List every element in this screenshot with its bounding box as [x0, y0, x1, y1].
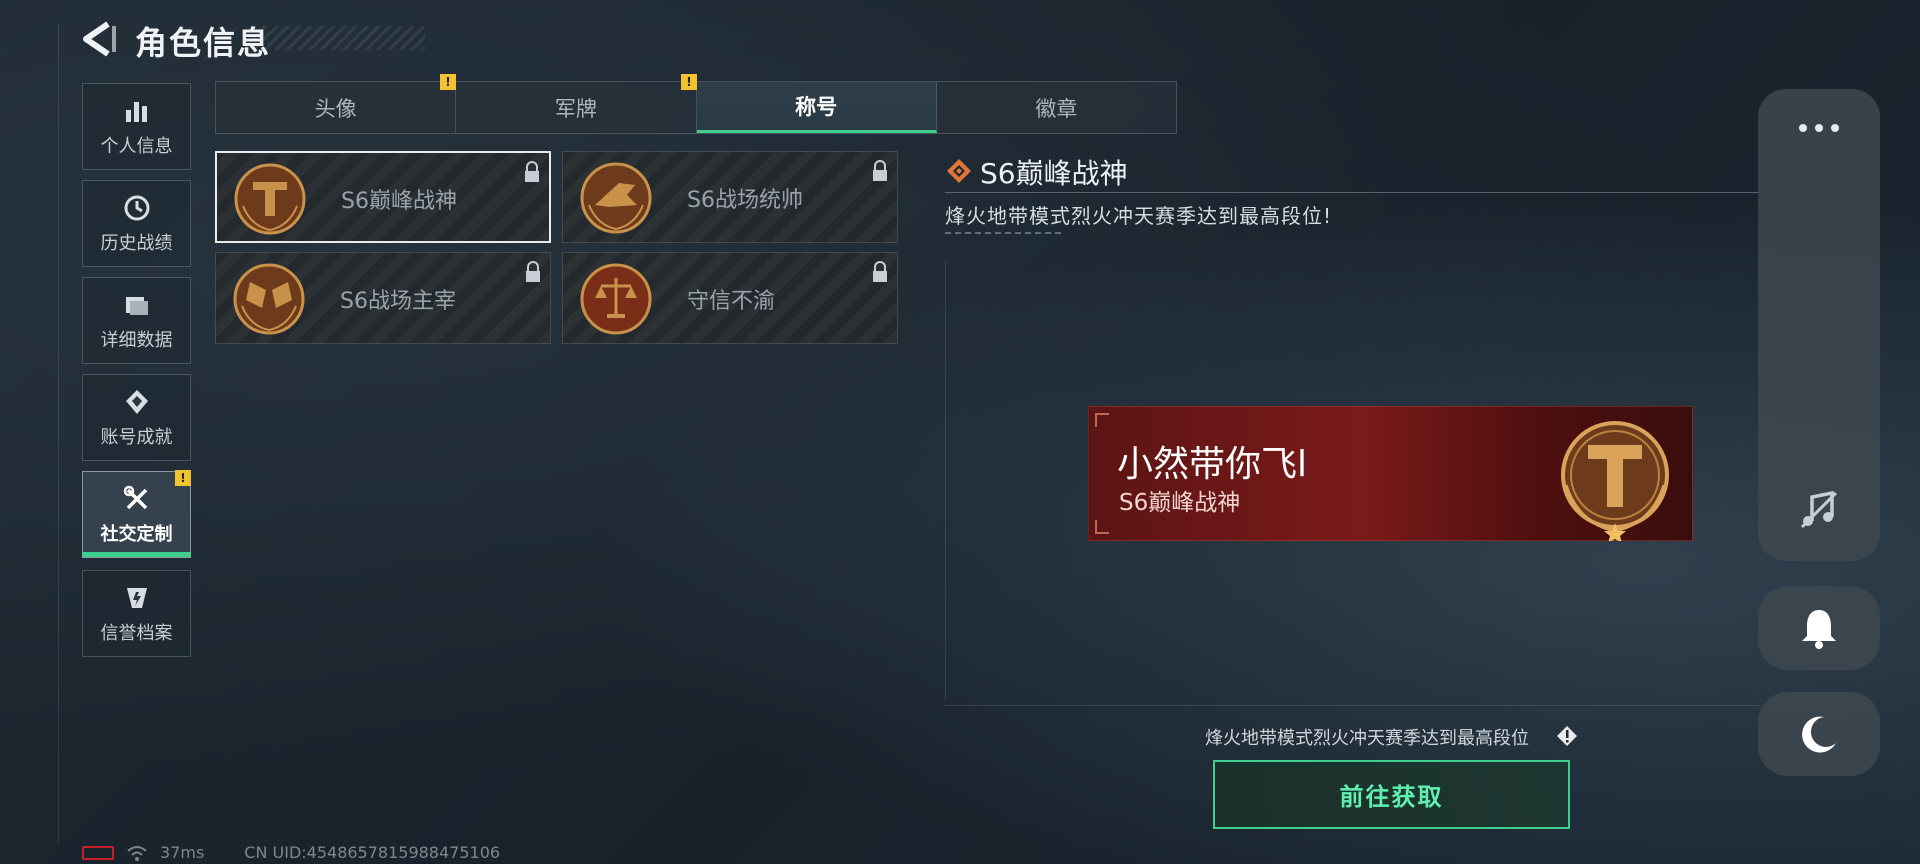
- battery-icon: [82, 845, 114, 860]
- night-mode-button[interactable]: [1758, 692, 1880, 776]
- active-indicator: [82, 552, 191, 557]
- title-card-name: 守信不渝: [687, 289, 776, 314]
- history-clock-icon: [124, 195, 149, 220]
- sidebar-item-label: 社交定制: [100, 523, 173, 545]
- sidebar-item-label: 详细数据: [100, 329, 173, 351]
- back-arrow-icon: [83, 21, 116, 57]
- more-options-button[interactable]: [1796, 119, 1842, 132]
- sidebar-item-detailed-data[interactable]: 详细数据: [82, 277, 191, 364]
- status-footer: 37ms CN UID:4548657815988475106: [82, 843, 500, 862]
- sidebar-item-label: 历史战绩: [100, 232, 173, 254]
- tab-warning-badge: !: [681, 74, 697, 90]
- medal-t-icon: [234, 163, 306, 235]
- title-decoration: [250, 26, 425, 50]
- divider: [945, 192, 1760, 193]
- more-dots-icon: [1799, 124, 1839, 132]
- title-card-name: S6巅峰战神: [341, 189, 457, 214]
- title-card-name: S6战场主宰: [340, 289, 456, 314]
- sidebar-item-personal-info[interactable]: 个人信息: [82, 83, 191, 170]
- tab-label: 称号: [795, 95, 838, 119]
- notification-button[interactable]: [1758, 586, 1880, 670]
- banner-corner: [1095, 413, 1109, 427]
- sidebar-item-label: 账号成就: [100, 426, 173, 448]
- sidebar-item-history[interactable]: 历史战绩: [82, 180, 191, 267]
- user-uid: CN UID:4548657815988475106: [244, 843, 501, 862]
- floating-toolbar: [1758, 89, 1880, 561]
- ping-value: 37ms: [160, 843, 205, 862]
- player-name: 小然带你飞l: [1117, 444, 1308, 485]
- medal-jet-icon: [580, 162, 652, 234]
- tab-warning-badge: !: [440, 74, 456, 90]
- title-card[interactable]: 守信不渝: [562, 252, 898, 344]
- wifi-icon: [127, 845, 147, 861]
- reputation-shield-icon: [126, 587, 147, 608]
- bar-chart-icon: [125, 101, 147, 122]
- sidebar-item-reputation[interactable]: 信誉档案: [82, 570, 191, 657]
- title-card[interactable]: S6战场主宰: [215, 252, 551, 344]
- back-button[interactable]: [78, 18, 120, 60]
- detail-title: S6巅峰战神: [980, 157, 1128, 190]
- tab-avatar[interactable]: 头像: [216, 82, 457, 133]
- tools-icon: [123, 485, 147, 509]
- requirement-text: 烽火地带模式烈火冲天赛季达到最高段位: [1205, 728, 1529, 749]
- tab-label: 军牌: [554, 96, 597, 121]
- sidebar-item-label: 个人信息: [100, 135, 173, 157]
- tab-title[interactable]: 称号: [696, 82, 937, 133]
- achievement-icon: [125, 389, 148, 414]
- lock-icon: [526, 261, 540, 282]
- sidebar-warning-badge: !: [175, 470, 191, 486]
- tab-badge[interactable]: 徽章: [937, 82, 1176, 133]
- title-card[interactable]: S6巅峰战神: [215, 151, 551, 243]
- lock-icon: [873, 160, 887, 181]
- medal-t-icon: [1561, 421, 1669, 541]
- banner-corner: [1095, 520, 1109, 534]
- sidebar-item-achievements[interactable]: 账号成就: [82, 374, 191, 461]
- tab-dog-tag[interactable]: 军牌: [456, 82, 697, 133]
- lock-icon: [525, 161, 539, 182]
- page-title: 角色信息: [135, 24, 272, 62]
- music-off-icon: [1800, 490, 1838, 529]
- detail-description: 烽火地带模式烈火冲天赛季达到最高段位!: [945, 204, 1333, 228]
- title-preview-banner: 小然带你飞l S6巅峰战神: [1088, 406, 1693, 541]
- rank-diamond-icon: [947, 159, 971, 183]
- sidebar-item-label: 信誉档案: [100, 622, 173, 644]
- title-card[interactable]: S6战场统帅: [562, 151, 898, 243]
- medal-flags-icon: [233, 263, 305, 335]
- info-diamond-icon[interactable]: [1556, 725, 1578, 747]
- tab-label: 头像: [314, 96, 357, 121]
- medal-scales-icon: [580, 263, 652, 335]
- mute-music-button[interactable]: [1796, 487, 1842, 533]
- go-obtain-button[interactable]: 前往获取: [1213, 760, 1570, 829]
- tab-label: 徽章: [1035, 96, 1078, 121]
- moon-icon: [1802, 716, 1836, 753]
- bell-icon: [1802, 610, 1836, 649]
- lock-icon: [873, 261, 887, 282]
- title-card-name: S6战场统帅: [687, 188, 803, 213]
- folder-icon: [125, 296, 148, 315]
- preview-title: S6巅峰战神: [1119, 490, 1241, 516]
- divider: [945, 232, 1065, 234]
